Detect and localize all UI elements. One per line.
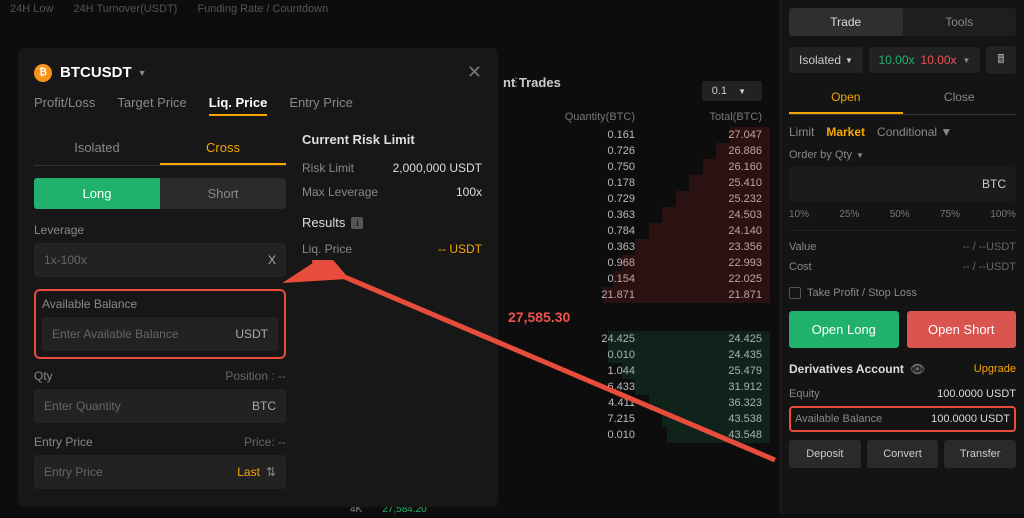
qty-input[interactable]: Enter Quantity BTC [34,389,286,423]
orderbook-bid-row[interactable]: 6.43331.912 [500,379,770,395]
orderbook-bid-row[interactable]: 0.01024.435 [500,347,770,363]
leverage-label: Leverage [34,223,286,237]
upgrade-link[interactable]: Upgrade [974,363,1016,375]
orderbook-bid-row[interactable]: 7.21543.538 [500,411,770,427]
available-balance-highlight-panel: Available Balance 100.0000 USDT [789,406,1016,432]
eye-icon[interactable]: 👁 [910,362,925,376]
transfer-button[interactable]: Transfer [944,440,1016,468]
close-tab[interactable]: Close [903,82,1017,114]
orderbook-ask-row[interactable]: 21.87121.871 [500,287,770,303]
leverage-input[interactable]: 1x-100x X [34,243,286,277]
tab-liq-price[interactable]: Liq. Price [209,95,268,116]
available-balance-label: Available Balance [795,413,882,425]
tab-entry-price[interactable]: Entry Price [289,95,353,116]
results-title: Resultsi [302,215,482,230]
orderbook-mid-price: 27,585.30 [500,303,770,331]
orderbook-ask-row[interactable]: 0.72626.886 [500,143,770,159]
margin-cross-tab[interactable]: Cross [160,132,286,165]
chevron-down-icon[interactable]: ▼ [138,68,147,78]
orderbook-ask-row[interactable]: 0.15422.025 [500,271,770,287]
equity-label: Equity [789,388,820,400]
orderbook-ask-row[interactable]: 0.78424.140 [500,223,770,239]
open-short-button[interactable]: Open Short [907,311,1017,348]
orderbook-step-select[interactable]: 0.1 ▼ [702,81,762,101]
top-stat[interactable]: 24H Low [10,3,53,15]
pair-symbol[interactable]: BTCUSDT [60,64,132,81]
chevron-down-icon: ▼ [963,56,971,65]
orderbook-ask-row[interactable]: 0.36324.503 [500,207,770,223]
available-balance-label: Available Balance [42,297,278,311]
tpsl-label: Take Profit / Stop Loss [807,287,917,299]
risk-limit-title: Current Risk Limit [302,132,482,147]
open-long-button[interactable]: Open Long [789,311,899,348]
orderbook-ask-row[interactable]: 0.75026.160 [500,159,770,175]
short-button[interactable]: Short [160,178,286,209]
cost-amount: -- / --USDT [962,261,1016,273]
orderbook-ask-row[interactable]: 0.96822.993 [500,255,770,271]
top-stat[interactable]: 24H Turnover(USDT) [73,3,177,15]
convert-button[interactable]: Convert [867,440,939,468]
top-stat[interactable]: Funding Rate / Countdown [197,3,328,15]
order-qty-input[interactable]: BTC [789,167,1016,201]
cost-label: Cost [789,261,812,273]
percentage-slider[interactable]: 10%25%50%75%100% [789,209,1016,220]
orderbook: 0.1 ▼ Quantity(BTC) Total(BTC) 0.16127.0… [500,75,770,443]
trade-panel: Trade Tools Isolated ▼ 10.00x10.00x▼ 🖩 O… [780,0,1024,514]
orderbook-bid-row[interactable]: 1.04425.479 [500,363,770,379]
col-quantity: Quantity(BTC) [508,111,635,123]
calculator-icon[interactable]: 🖩 [986,46,1016,74]
chevron-down-icon: ▼ [845,56,853,65]
available-balance-input[interactable]: Enter Available Balance USDT [42,317,278,351]
conditional-tab[interactable]: Conditional ▼ [877,125,952,139]
value-label: Value [789,241,816,253]
account-title: Derivatives Account 👁 [789,362,925,376]
chevron-down-icon: ▼ [856,151,864,160]
swap-icon[interactable]: ⇅ [266,465,276,479]
orderbook-ask-row[interactable]: 0.72925.232 [500,191,770,207]
margin-isolated-tab[interactable]: Isolated [34,132,160,165]
margin-mode-button[interactable]: Isolated ▼ [789,47,863,73]
deposit-button[interactable]: Deposit [789,440,861,468]
leverage-button[interactable]: 10.00x10.00x▼ [869,47,980,73]
order-by-qty-label[interactable]: Order by Qty ▼ [789,149,1016,161]
entry-price-label: Entry PricePrice: -- [34,435,286,449]
orderbook-bid-row[interactable]: 0.01043.548 [500,427,770,443]
max-leverage-label: Max Leverage [302,185,378,199]
liq-price-label: Liq. Price [302,242,352,256]
chevron-down-icon: ▼ [738,87,746,96]
calculator-modal: ₿ BTCUSDT ▼ ✕ Profit/Loss Target Price L… [18,48,498,507]
trade-tab[interactable]: Trade [789,8,903,36]
col-total: Total(BTC) [635,111,762,123]
tpsl-checkbox[interactable] [789,287,801,299]
risk-limit-label: Risk Limit [302,161,354,175]
available-balance-value: 100.0000 USDT [931,413,1010,425]
entry-price-input[interactable]: Entry Price Last⇅ [34,455,286,489]
market-tab[interactable]: Market [826,125,865,139]
risk-limit-value: 2,000,000 USDT [393,161,482,175]
long-button[interactable]: Long [34,178,160,209]
limit-tab[interactable]: Limit [789,125,814,139]
orderbook-ask-row[interactable]: 0.16127.047 [500,127,770,143]
btc-icon: ₿ [34,64,52,82]
last-price-button[interactable]: Last [237,465,260,479]
orderbook-ask-row[interactable]: 0.17825.410 [500,175,770,191]
orderbook-bid-row[interactable]: 4.41136.323 [500,395,770,411]
value-amount: -- / --USDT [962,241,1016,253]
info-icon[interactable]: i [351,217,363,229]
available-balance-highlight: Available Balance Enter Available Balanc… [34,289,286,359]
open-tab[interactable]: Open [789,82,903,114]
orderbook-ask-row[interactable]: 0.36323.356 [500,239,770,255]
tab-profit-loss[interactable]: Profit/Loss [34,95,95,116]
tab-target-price[interactable]: Target Price [117,95,186,116]
close-icon[interactable]: ✕ [467,62,482,83]
liq-price-value: -- USDT [438,242,482,256]
orderbook-bid-row[interactable]: 24.42524.425 [500,331,770,347]
tools-tab[interactable]: Tools [903,8,1017,36]
max-leverage-value: 100x [456,185,482,199]
qty-label: QtyPosition : -- [34,369,286,383]
equity-value: 100.0000 USDT [937,388,1016,400]
